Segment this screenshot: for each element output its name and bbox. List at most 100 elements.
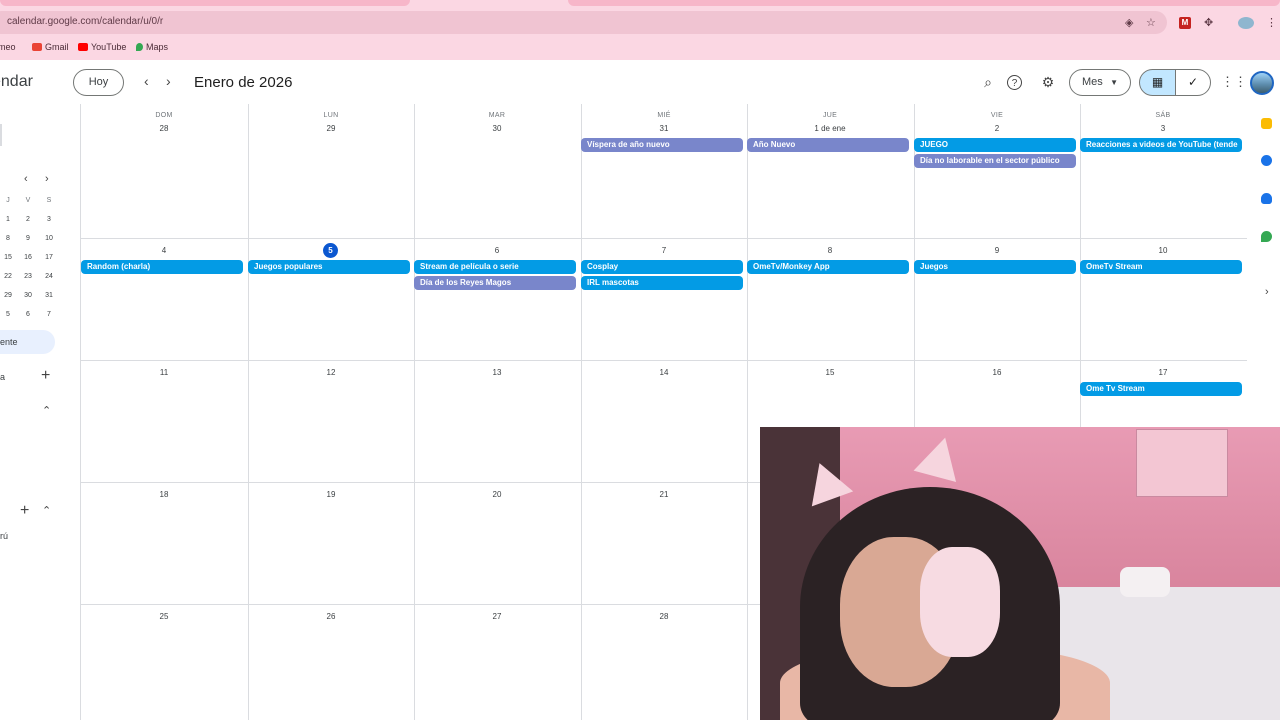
contacts-icon[interactable]	[1261, 193, 1272, 204]
visibility-icon[interactable]: ◈	[1125, 16, 1133, 29]
sidebar-calendar-label: rú	[0, 531, 9, 541]
event-chip[interactable]: Juegos populares	[248, 260, 410, 274]
tab-inactive[interactable]	[568, 0, 1280, 6]
day-number[interactable]: 11	[81, 368, 247, 377]
day-number[interactable]: 19	[248, 490, 414, 499]
day-number[interactable]: 29	[248, 124, 414, 133]
day-number[interactable]: 13	[414, 368, 580, 377]
day-number[interactable]: 12	[248, 368, 414, 377]
chevron-right-icon[interactable]: ›	[166, 73, 171, 89]
day-number[interactable]: 4	[81, 246, 247, 255]
settings-gear-icon[interactable]: ⚙	[1039, 73, 1057, 91]
day-number[interactable]: 18	[81, 490, 247, 499]
day-number[interactable]: 1 de ene	[747, 124, 913, 133]
mini-day[interactable]: 6	[21, 311, 35, 318]
day-number[interactable]: 10	[1080, 246, 1246, 255]
sidebar-active-item[interactable]: ente	[0, 330, 55, 354]
mini-prev-icon[interactable]: ‹	[24, 173, 28, 185]
address-bar[interactable]: calendar.google.com/calendar/u/0/r ◈ ☆	[0, 11, 1167, 34]
mini-day[interactable]: 31	[42, 292, 56, 299]
mini-day[interactable]: 16	[21, 254, 35, 261]
chevron-up-icon[interactable]: ⌃	[42, 504, 51, 517]
bookmark-gmail[interactable]: Gmail	[32, 42, 69, 52]
mini-day[interactable]: 3	[42, 216, 56, 223]
chevron-left-icon[interactable]: ‹	[144, 73, 149, 89]
event-chip[interactable]: Juegos	[914, 260, 1076, 274]
day-number[interactable]: 14	[581, 368, 747, 377]
mini-day[interactable]: 29	[1, 292, 15, 299]
search-icon[interactable]: ⌕	[979, 73, 997, 91]
calendar-view-toggle[interactable]: ▦	[1139, 69, 1176, 96]
chevron-up-icon[interactable]: ⌃	[42, 404, 51, 417]
mini-day[interactable]: 24	[42, 273, 56, 280]
event-chip[interactable]: Año Nuevo	[747, 138, 909, 152]
bookmark-star-icon[interactable]: ☆	[1146, 16, 1156, 29]
day-number[interactable]: 16	[914, 368, 1080, 377]
today-button[interactable]: Hoy	[73, 69, 124, 96]
tasks-view-toggle[interactable]: ✓	[1175, 69, 1211, 96]
add-calendar-icon[interactable]: +	[41, 367, 50, 385]
day-number[interactable]: 20	[414, 490, 580, 499]
event-chip[interactable]: JUEGO	[914, 138, 1076, 152]
account-avatar[interactable]	[1250, 71, 1274, 95]
apps-grid-icon[interactable]: ⋮⋮	[1221, 73, 1247, 91]
event-chip[interactable]: Víspera de año nuevo	[581, 138, 743, 152]
event-chip[interactable]: Día no laborable en el sector público	[914, 154, 1076, 168]
day-number[interactable]: 9	[914, 246, 1080, 255]
bookmark-item[interactable]: meo	[0, 42, 16, 52]
today-indicator[interactable]: 5	[323, 243, 338, 258]
mini-day[interactable]: 23	[21, 273, 35, 280]
profile-icon[interactable]	[1238, 17, 1254, 29]
event-chip[interactable]: Random (charla)	[81, 260, 243, 274]
event-chip[interactable]: Día de los Reyes Magos	[414, 276, 576, 290]
mini-day[interactable]: 5	[1, 311, 15, 318]
day-number[interactable]: 8	[747, 246, 913, 255]
day-number[interactable]: 30	[414, 124, 580, 133]
mini-day[interactable]: 7	[42, 311, 56, 318]
mini-day[interactable]: 2	[21, 216, 35, 223]
chevron-right-icon[interactable]: ›	[1265, 286, 1269, 298]
event-chip[interactable]: OmeTv Stream	[1080, 260, 1242, 274]
day-number[interactable]: 6	[414, 246, 580, 255]
day-number[interactable]: 15	[747, 368, 913, 377]
day-number[interactable]: 27	[414, 612, 580, 621]
mini-day[interactable]: 15	[1, 254, 15, 261]
day-number[interactable]: 3	[1080, 124, 1246, 133]
extension-icon[interactable]: M	[1179, 17, 1191, 29]
view-selector[interactable]: Mes ▼	[1069, 69, 1131, 96]
mini-day[interactable]: 17	[42, 254, 56, 261]
mini-next-icon[interactable]: ›	[45, 173, 49, 185]
mini-day[interactable]: 9	[21, 235, 35, 242]
day-number[interactable]: 26	[248, 612, 414, 621]
day-number[interactable]: 28	[581, 612, 747, 621]
create-button-edge[interactable]	[0, 124, 2, 146]
event-chip[interactable]: IRL mascotas	[581, 276, 743, 290]
extensions-puzzle-icon[interactable]: ✥	[1204, 16, 1213, 29]
mini-day[interactable]: 8	[1, 235, 15, 242]
mini-day[interactable]: 1	[1, 216, 15, 223]
tasks-icon[interactable]	[1261, 155, 1272, 166]
day-number[interactable]: 2	[914, 124, 1080, 133]
day-number[interactable]: 21	[581, 490, 747, 499]
day-number[interactable]: 7	[581, 246, 747, 255]
keep-icon[interactable]	[1261, 118, 1272, 129]
event-chip[interactable]: Reacciones a videos de YouTube (tende	[1080, 138, 1242, 152]
day-number[interactable]: 17	[1080, 368, 1246, 377]
event-chip[interactable]: OmeTv/Monkey App	[747, 260, 909, 274]
event-chip[interactable]: Cosplay	[581, 260, 743, 274]
tab-inactive[interactable]	[0, 0, 410, 6]
browser-menu-icon[interactable]: ⋮	[1266, 16, 1277, 29]
event-chip[interactable]: Stream de película o serie	[414, 260, 576, 274]
add-other-calendar-icon[interactable]: +	[20, 502, 29, 520]
mini-day[interactable]: 22	[1, 273, 15, 280]
day-number[interactable]: 25	[81, 612, 247, 621]
help-icon[interactable]: ?	[1007, 75, 1022, 90]
event-chip[interactable]: Ome Tv Stream	[1080, 382, 1242, 396]
maps-icon[interactable]	[1261, 231, 1272, 242]
day-number[interactable]: 28	[81, 124, 247, 133]
mini-day[interactable]: 10	[42, 235, 56, 242]
day-number[interactable]: 31	[581, 124, 747, 133]
bookmark-maps[interactable]: Maps	[136, 42, 168, 52]
mini-day[interactable]: 30	[21, 292, 35, 299]
bookmark-youtube[interactable]: YouTube	[78, 42, 126, 52]
